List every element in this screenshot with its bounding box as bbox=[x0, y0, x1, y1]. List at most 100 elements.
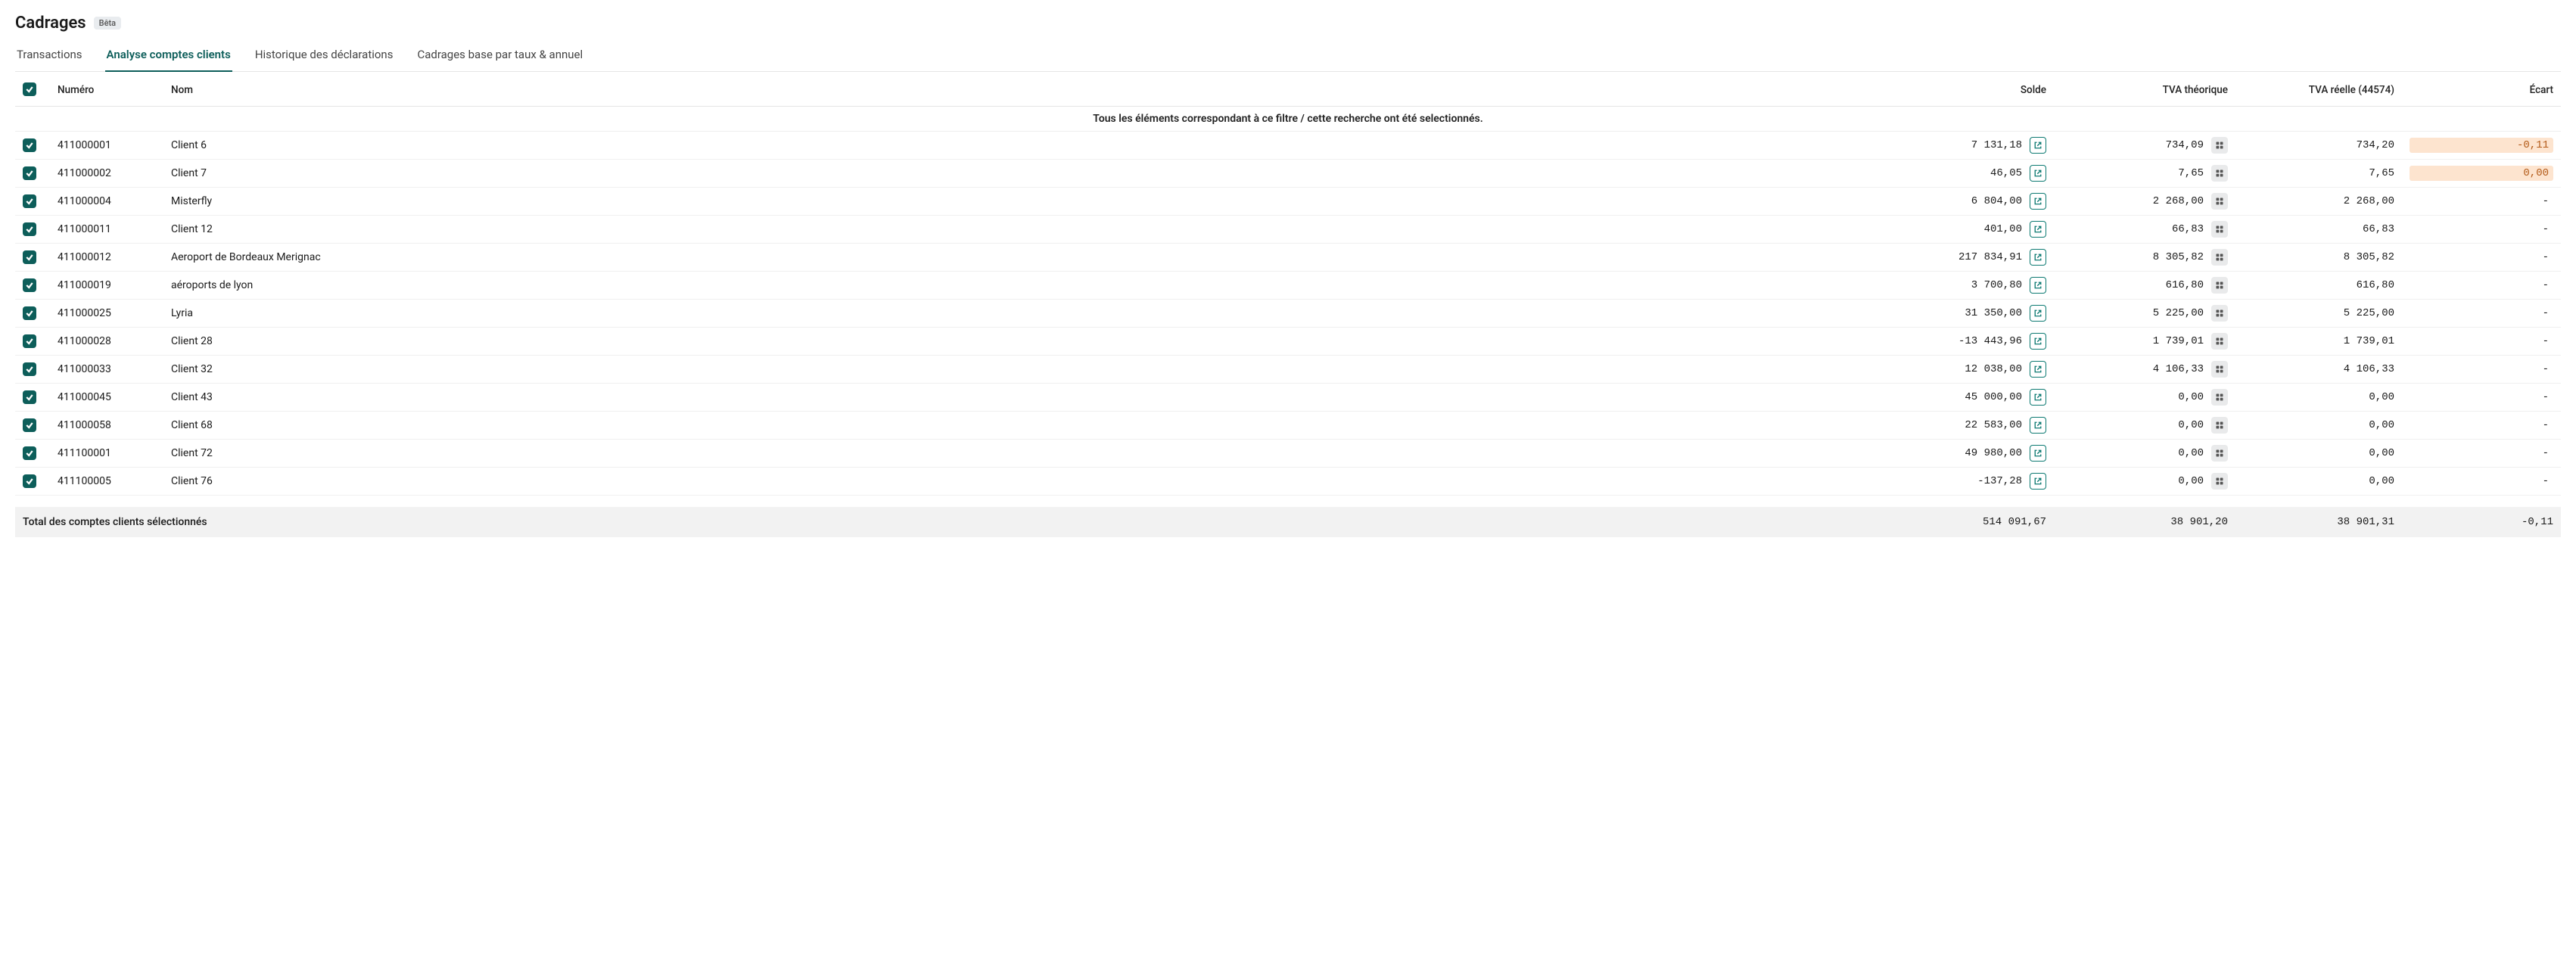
tab-cadrages-base-par-taux-annuel[interactable]: Cadrages base par taux & annuel bbox=[415, 40, 584, 72]
calculator-icon[interactable] bbox=[2211, 305, 2228, 322]
cell-solde: 31 350,00 bbox=[1965, 307, 2022, 319]
cell-tva-reelle: 616,80 bbox=[2235, 272, 2402, 300]
tab-analyse-comptes-clients[interactable]: Analyse comptes clients bbox=[105, 40, 232, 72]
table-row[interactable]: 411100005Client 76-137,280,000,00- bbox=[15, 468, 2561, 496]
cell-solde: 12 038,00 bbox=[1965, 363, 2022, 375]
calculator-icon[interactable] bbox=[2211, 193, 2228, 210]
cell-tva-theorique: 1 739,01 bbox=[2153, 335, 2204, 347]
calculator-icon[interactable] bbox=[2211, 361, 2228, 378]
col-header-tva-theorique[interactable]: TVA théorique bbox=[2054, 72, 2235, 107]
total-ecart: -0,11 bbox=[2402, 507, 2561, 537]
row-checkbox[interactable] bbox=[23, 278, 36, 292]
calculator-icon[interactable] bbox=[2211, 221, 2228, 238]
cell-tva-reelle: 66,83 bbox=[2235, 216, 2402, 244]
row-checkbox[interactable] bbox=[23, 446, 36, 460]
open-external-icon[interactable] bbox=[2030, 193, 2046, 210]
cell-solde: 46,05 bbox=[1990, 167, 2022, 179]
open-external-icon[interactable] bbox=[2030, 473, 2046, 490]
select-all-checkbox[interactable] bbox=[23, 82, 36, 96]
cell-numero: 411000019 bbox=[50, 272, 163, 300]
table-row[interactable]: 411000001Client 67 131,18734,09734,20-0,… bbox=[15, 132, 2561, 160]
cell-ecart: - bbox=[2402, 188, 2561, 216]
row-checkbox[interactable] bbox=[23, 166, 36, 180]
total-label: Total des comptes clients sélectionnés bbox=[15, 507, 1865, 537]
open-external-icon[interactable] bbox=[2030, 445, 2046, 462]
table-row[interactable]: 411000045Client 4345 000,000,000,00- bbox=[15, 384, 2561, 412]
col-header-solde[interactable]: Solde bbox=[1865, 72, 2054, 107]
cell-ecart: - bbox=[2402, 412, 2561, 440]
tab-historique-des-d-clarations[interactable]: Historique des déclarations bbox=[254, 40, 395, 72]
calculator-icon[interactable] bbox=[2211, 389, 2228, 406]
cell-nom: aéroports de lyon bbox=[163, 272, 1865, 300]
cell-tva-theorique: 2 268,00 bbox=[2153, 195, 2204, 207]
row-checkbox[interactable] bbox=[23, 306, 36, 320]
cell-nom: Client 28 bbox=[163, 328, 1865, 356]
cell-tva-theorique: 8 305,82 bbox=[2153, 251, 2204, 263]
calculator-icon[interactable] bbox=[2211, 417, 2228, 434]
row-checkbox[interactable] bbox=[23, 474, 36, 488]
col-header-tva-reelle[interactable]: TVA réelle (44574) bbox=[2235, 72, 2402, 107]
cell-tva-reelle: 7,65 bbox=[2235, 160, 2402, 188]
open-external-icon[interactable] bbox=[2030, 277, 2046, 294]
calculator-icon[interactable] bbox=[2211, 277, 2228, 294]
open-external-icon[interactable] bbox=[2030, 249, 2046, 266]
table-row[interactable]: 411000012Aeroport de Bordeaux Merignac21… bbox=[15, 244, 2561, 272]
tabs-bar: Transactions Analyse comptes clients Histo… bbox=[15, 40, 2561, 72]
calculator-icon[interactable] bbox=[2211, 165, 2228, 182]
cell-tva-theorique: 0,00 bbox=[2178, 391, 2204, 403]
row-checkbox[interactable] bbox=[23, 390, 36, 404]
open-external-icon[interactable] bbox=[2030, 417, 2046, 434]
cell-numero: 411000028 bbox=[50, 328, 163, 356]
open-external-icon[interactable] bbox=[2030, 389, 2046, 406]
table-row[interactable]: 411000058Client 6822 583,000,000,00- bbox=[15, 412, 2561, 440]
row-checkbox[interactable] bbox=[23, 334, 36, 348]
cell-ecart: 0,00 bbox=[2402, 160, 2561, 188]
cell-ecart: - bbox=[2402, 328, 2561, 356]
cell-solde: -13 443,96 bbox=[1958, 335, 2022, 347]
col-header-ecart[interactable]: Écart bbox=[2402, 72, 2561, 107]
cell-tva-theorique: 0,00 bbox=[2178, 419, 2204, 431]
cell-ecart: -0,11 bbox=[2402, 132, 2561, 160]
row-checkbox[interactable] bbox=[23, 250, 36, 264]
table-row[interactable]: 411000011Client 12401,0066,8366,83- bbox=[15, 216, 2561, 244]
cell-numero: 411000033 bbox=[50, 356, 163, 384]
row-checkbox[interactable] bbox=[23, 418, 36, 432]
cell-tva-reelle: 5 225,00 bbox=[2235, 300, 2402, 328]
tab-transactions[interactable]: Transactions bbox=[15, 40, 84, 72]
open-external-icon[interactable] bbox=[2030, 361, 2046, 378]
calculator-icon[interactable] bbox=[2211, 473, 2228, 490]
cell-solde: 217 834,91 bbox=[1958, 251, 2022, 263]
cell-numero: 411000058 bbox=[50, 412, 163, 440]
row-checkbox[interactable] bbox=[23, 362, 36, 376]
col-header-nom[interactable]: Nom bbox=[163, 72, 1865, 107]
calculator-icon[interactable] bbox=[2211, 445, 2228, 462]
cell-tva-theorique: 0,00 bbox=[2178, 475, 2204, 487]
cell-tva-theorique: 7,65 bbox=[2178, 167, 2204, 179]
page-title: Cadrages bbox=[15, 14, 86, 33]
table-row[interactable]: 411000025Lyria31 350,005 225,005 225,00- bbox=[15, 300, 2561, 328]
table-row[interactable]: 411000004Misterfly6 804,002 268,002 268,… bbox=[15, 188, 2561, 216]
calculator-icon[interactable] bbox=[2211, 249, 2228, 266]
cell-ecart: - bbox=[2402, 440, 2561, 468]
calculator-icon[interactable] bbox=[2211, 333, 2228, 350]
table-row[interactable]: 411100001Client 7249 980,000,000,00- bbox=[15, 440, 2561, 468]
open-external-icon[interactable] bbox=[2030, 137, 2046, 154]
beta-badge: Bêta bbox=[94, 17, 121, 30]
cell-ecart: - bbox=[2402, 300, 2561, 328]
open-external-icon[interactable] bbox=[2030, 165, 2046, 182]
total-solde: 514 091,67 bbox=[1865, 507, 2054, 537]
table-row[interactable]: 411000033Client 3212 038,004 106,334 106… bbox=[15, 356, 2561, 384]
cell-numero: 411000012 bbox=[50, 244, 163, 272]
calculator-icon[interactable] bbox=[2211, 137, 2228, 154]
open-external-icon[interactable] bbox=[2030, 221, 2046, 238]
table-row[interactable]: 411000002Client 746,057,657,650,00 bbox=[15, 160, 2561, 188]
col-header-numero[interactable]: Numéro bbox=[50, 72, 163, 107]
cell-tva-reelle: 734,20 bbox=[2235, 132, 2402, 160]
open-external-icon[interactable] bbox=[2030, 333, 2046, 350]
open-external-icon[interactable] bbox=[2030, 305, 2046, 322]
row-checkbox[interactable] bbox=[23, 194, 36, 208]
table-row[interactable]: 411000019aéroports de lyon3 700,80616,80… bbox=[15, 272, 2561, 300]
table-row[interactable]: 411000028Client 28-13 443,961 739,011 73… bbox=[15, 328, 2561, 356]
row-checkbox[interactable] bbox=[23, 222, 36, 236]
row-checkbox[interactable] bbox=[23, 138, 36, 152]
